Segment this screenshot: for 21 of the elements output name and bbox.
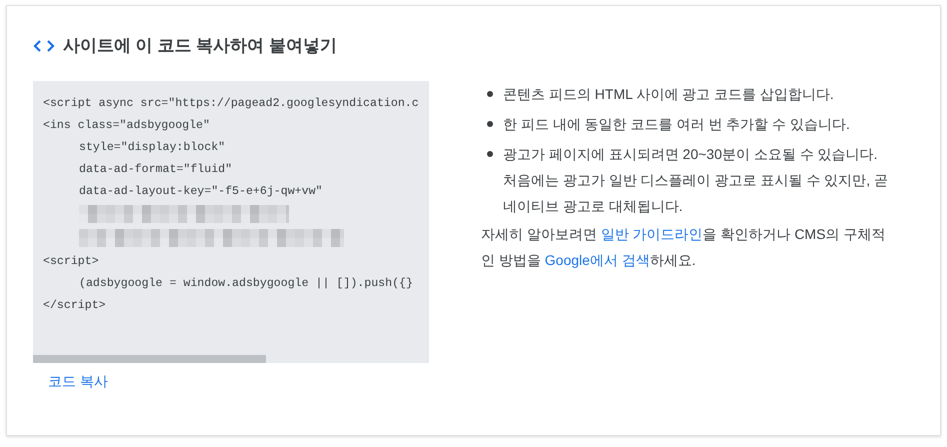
code-line: <script> [43,255,99,268]
bullet-icon [487,91,493,97]
help-link[interactable]: 일반 가이드라인 [600,226,703,242]
help-link[interactable]: Google에서 검색 [544,252,650,268]
code-line: style="display:block" [79,141,226,154]
code-icon [33,38,55,52]
code-line: (adsbygoogle = window.adsbygoogle || []).push({} [79,277,413,290]
bullet-item: 광고가 페이지에 표시되려면 20~30분이 소요될 수 있습니다. 처음에는 광고가 일반 디스플레이 광고로 표시될 수 있지만, 곧 네이티브 광고로 대체됩니다. [503,145,890,216]
bullet-item: 콘텐츠 피드의 HTML 사이에 광고 코드를 삽입합니다. [503,85,835,104]
code-line: <script async src="https://pagead2.googlesyndication.c [43,97,419,110]
copy-code-link[interactable]: 코드 복사 [48,373,108,391]
code-line: data-ad-layout-key="-f5-e+6j-qw+vw" [79,185,323,198]
bullet-item: 한 피드 내에 동일한 코드를 여러 번 추가할 수 있습니다. [503,115,851,134]
section-title: 사이트에 이 코드 복사하여 붙여넣기 [63,35,337,57]
bullet-icon [487,151,493,157]
code-line: data-ad-format="fluid" [79,163,232,176]
bullet-icon [487,121,493,127]
code-line: </script> [43,299,106,312]
code-line: <ins class="adsbygoogle" [43,119,210,132]
help-text: 자세히 알아보려면 일반 가이드라인을 확인하거나 CMS의 구체적인 방법을 Google에서 검색하세요. [481,225,886,270]
scrollbar-thumb[interactable] [33,355,266,363]
